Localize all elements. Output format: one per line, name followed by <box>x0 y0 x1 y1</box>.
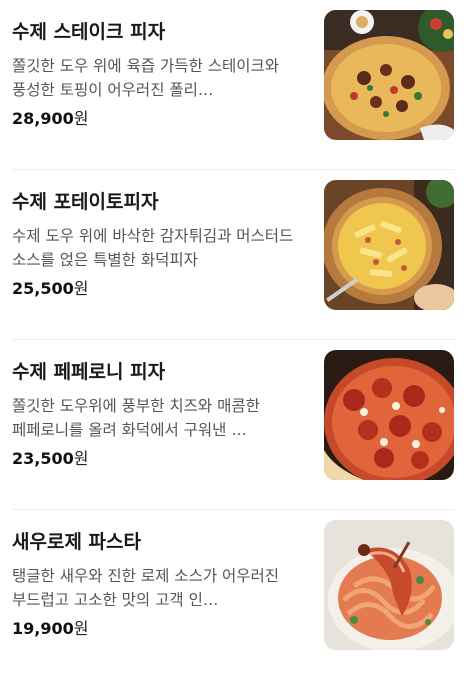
menu-item-price-row: 28,900원 <box>12 108 304 130</box>
pepperoni-pizza-image[interactable] <box>324 350 454 480</box>
currency-label: 원 <box>73 449 89 468</box>
currency-label: 원 <box>73 619 89 638</box>
menu-item-price-row: 25,500원 <box>12 278 304 300</box>
shrimp-rose-pasta-image[interactable] <box>324 520 454 650</box>
menu-item-potato-pizza[interactable]: 수제 포테이토피자 수제 도우 위에 바삭한 감자튀김과 머스터드 소스를 얹은… <box>12 170 454 340</box>
menu-item-price: 23,500 <box>12 449 74 468</box>
menu-item-description: 수제 도우 위에 바삭한 감자튀김과 머스터드 소스를 얹은 특별한 화덕피자 <box>12 227 294 269</box>
menu-item-steak-pizza[interactable]: 수제 스테이크 피자 쫄깃한 도우 위에 육즙 가득한 스테이크와 풍성한 토핑… <box>12 0 454 170</box>
potato-pizza-image[interactable] <box>324 180 454 310</box>
currency-label: 원 <box>73 279 89 298</box>
menu-item-pepperoni-pizza[interactable]: 수제 페페로니 피자 쫄깃한 도우위에 풍부한 치즈와 매콤한 페페로니를 올려… <box>12 340 454 510</box>
menu-item-info: 수제 포테이토피자 수제 도우 위에 바삭한 감자튀김과 머스터드 소스를 얹은… <box>12 180 304 300</box>
menu-item-description: 쫄깃한 도우 위에 육즙 가득한 스테이크와 풍성한 토핑이 어우러진 폴리… <box>12 57 280 99</box>
menu-item-shrimp-rose-pasta[interactable]: 새우로제 파스타 탱글한 새우와 진한 로제 소스가 어우러진 부드럽고 고소한… <box>12 510 454 680</box>
menu-item-price: 28,900 <box>12 109 74 128</box>
menu-item-price: 25,500 <box>12 279 74 298</box>
menu-item-name: 새우로제 파스타 <box>12 531 141 553</box>
currency-label: 원 <box>73 109 89 128</box>
menu-list: 수제 스테이크 피자 쫄깃한 도우 위에 육즙 가득한 스테이크와 풍성한 토핑… <box>0 0 468 680</box>
menu-item-price: 19,900 <box>12 619 74 638</box>
menu-item-description: 쫄깃한 도우위에 풍부한 치즈와 매콤한 페페로니를 올려 화덕에서 구워낸 … <box>12 397 260 439</box>
steak-pizza-image[interactable] <box>324 10 454 140</box>
menu-item-info: 수제 페페로니 피자 쫄깃한 도우위에 풍부한 치즈와 매콤한 페페로니를 올려… <box>12 350 304 470</box>
menu-item-name: 수제 스테이크 피자 <box>12 21 166 43</box>
menu-item-price-row: 19,900원 <box>12 618 304 640</box>
menu-item-info: 새우로제 파스타 탱글한 새우와 진한 로제 소스가 어우러진 부드럽고 고소한… <box>12 520 304 640</box>
menu-item-name: 수제 페페로니 피자 <box>12 361 166 383</box>
menu-item-price-row: 23,500원 <box>12 448 304 470</box>
menu-item-description: 탱글한 새우와 진한 로제 소스가 어우러진 부드럽고 고소한 맛의 고객 인… <box>12 567 280 609</box>
menu-item-info: 수제 스테이크 피자 쫄깃한 도우 위에 육즙 가득한 스테이크와 풍성한 토핑… <box>12 10 304 130</box>
menu-item-name: 수제 포테이토피자 <box>12 191 159 213</box>
